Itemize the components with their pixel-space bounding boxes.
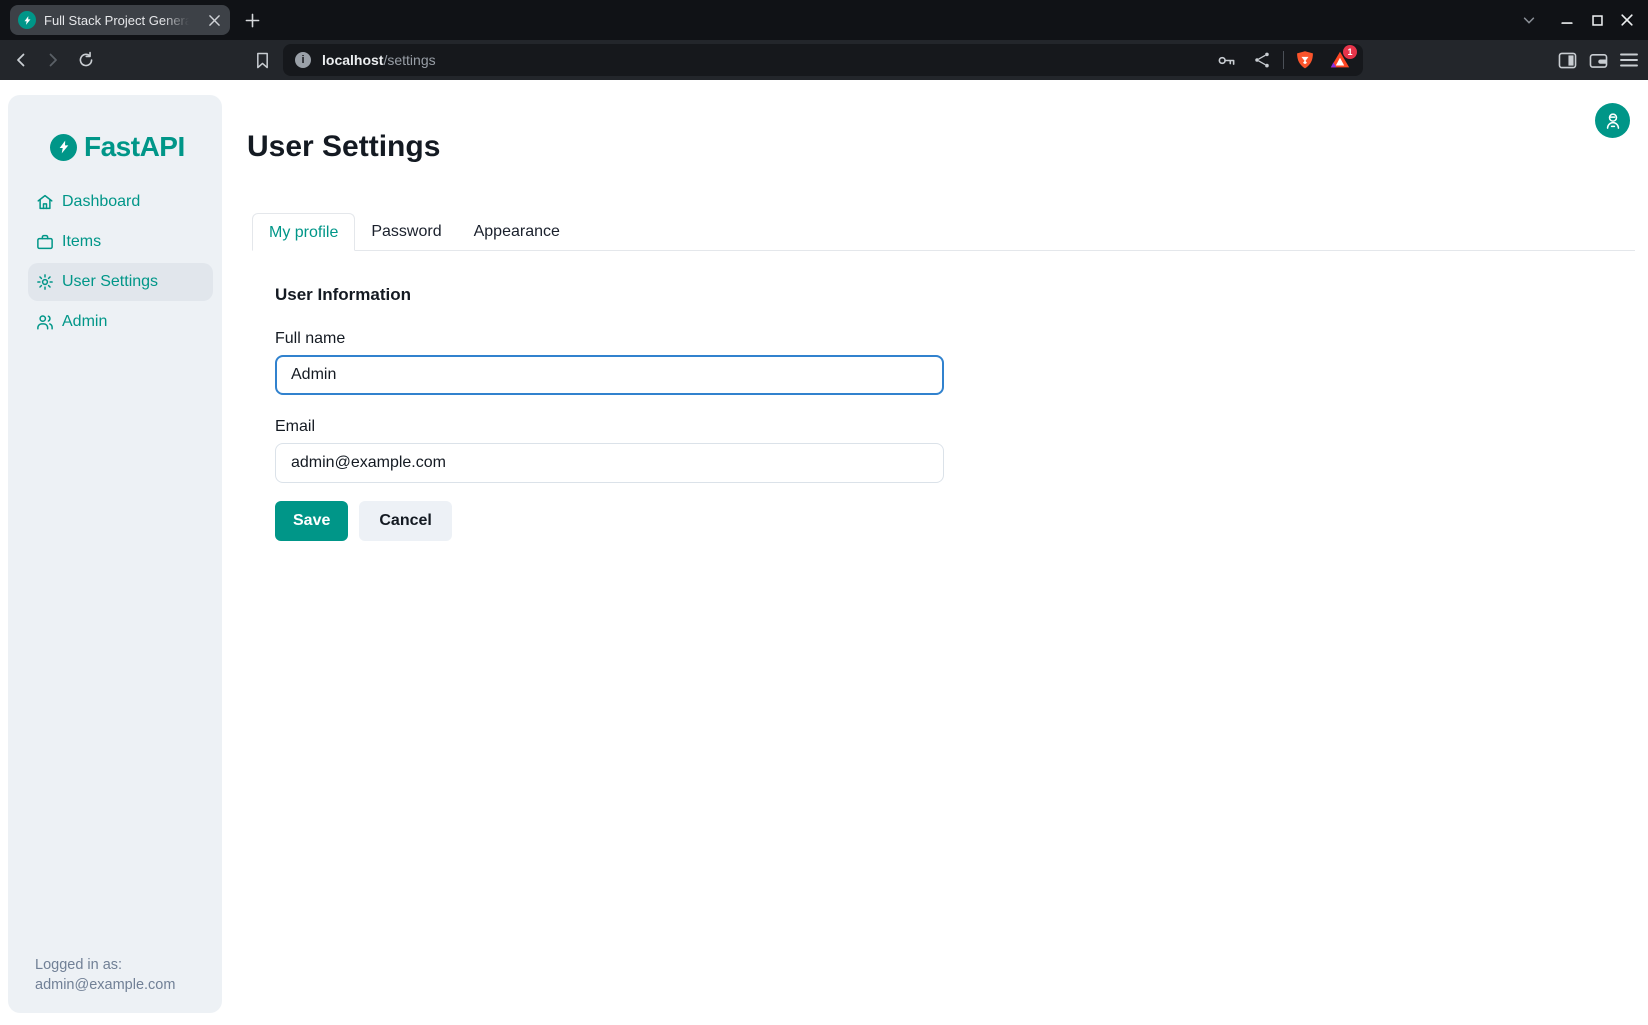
users-icon xyxy=(36,313,54,331)
minimize-icon[interactable] xyxy=(1552,0,1582,40)
hamburger-menu-icon[interactable] xyxy=(1617,48,1641,72)
tab-title: Full Stack Project Genera xyxy=(44,13,192,28)
settings-tabs: My profile Password Appearance xyxy=(252,213,1635,251)
logged-in-info: Logged in as: admin@example.com xyxy=(35,955,175,995)
email-field[interactable] xyxy=(275,443,944,483)
user-menu-button[interactable] xyxy=(1595,103,1630,138)
key-icon[interactable] xyxy=(1216,50,1236,70)
sidebar-nav: Dashboard Items xyxy=(28,183,213,343)
bookmark-icon[interactable] xyxy=(250,48,274,72)
brave-shield-icon[interactable] xyxy=(1295,50,1315,70)
window-titlebar: Full Stack Project Genera xyxy=(0,0,1648,40)
sidebar-item-label: Items xyxy=(62,233,101,251)
sidebar-item-admin[interactable]: Admin xyxy=(28,303,213,341)
gear-icon xyxy=(36,273,54,291)
form-actions: Save Cancel xyxy=(275,501,944,541)
sidebar-item-items[interactable]: Items xyxy=(28,223,213,261)
sidebar-item-user-settings[interactable]: User Settings xyxy=(28,263,213,301)
rewards-badge: 1 xyxy=(1343,45,1357,59)
sidebar-item-label: User Settings xyxy=(62,273,158,291)
user-information-form: User Information Full name Email Save Ca… xyxy=(275,285,944,541)
wallet-icon[interactable] xyxy=(1586,48,1610,72)
share-icon[interactable] xyxy=(1252,50,1272,70)
briefcase-icon xyxy=(36,233,54,251)
sidebar: FastAPI Dashboard xyxy=(8,95,222,1013)
save-button[interactable]: Save xyxy=(275,501,348,541)
window-controls xyxy=(1514,0,1642,40)
cancel-button[interactable]: Cancel xyxy=(359,501,451,541)
full-name-label: Full name xyxy=(275,329,944,349)
forward-icon[interactable] xyxy=(41,48,65,72)
close-icon[interactable] xyxy=(1612,0,1642,40)
logo-text: FastAPI xyxy=(84,131,185,163)
url-path: /settings xyxy=(383,52,435,68)
email-label: Email xyxy=(275,417,944,437)
maximize-icon[interactable] xyxy=(1582,0,1612,40)
toolbar-separator xyxy=(1283,51,1284,69)
new-tab-button[interactable] xyxy=(243,11,261,29)
home-icon xyxy=(36,193,54,211)
url-host: localhost xyxy=(322,52,383,68)
browser-toolbar: i localhost/settings xyxy=(0,40,1648,80)
back-icon[interactable] xyxy=(9,48,33,72)
user-avatar-icon xyxy=(1603,111,1623,131)
browser-tab[interactable]: Full Stack Project Genera xyxy=(10,5,230,35)
url-text: localhost/settings xyxy=(322,52,436,68)
fastapi-logo: FastAPI xyxy=(50,131,185,163)
full-name-field[interactable] xyxy=(275,355,944,395)
sidebar-item-dashboard[interactable]: Dashboard xyxy=(28,183,213,221)
section-title: User Information xyxy=(275,285,944,305)
tab-password[interactable]: Password xyxy=(355,213,457,250)
site-info-icon[interactable]: i xyxy=(295,52,311,68)
logged-in-label: Logged in as: xyxy=(35,955,175,975)
tab-my-profile[interactable]: My profile xyxy=(252,213,355,251)
sidebar-panel-icon[interactable] xyxy=(1555,48,1579,72)
urlbar-actions: 1 xyxy=(1216,49,1351,71)
reload-icon[interactable] xyxy=(74,48,98,72)
sidebar-item-label: Dashboard xyxy=(62,193,140,211)
app-page: FastAPI Dashboard xyxy=(0,80,1648,1025)
brave-rewards-icon[interactable]: 1 xyxy=(1329,49,1351,71)
logged-in-email: admin@example.com xyxy=(35,975,175,995)
tab-appearance[interactable]: Appearance xyxy=(458,213,576,250)
browser-window: Full Stack Project Genera xyxy=(0,0,1648,1025)
sidebar-item-label: Admin xyxy=(62,313,107,331)
tab-close-icon[interactable] xyxy=(206,12,222,28)
fastapi-favicon-icon xyxy=(18,11,36,29)
url-bar[interactable]: i localhost/settings xyxy=(283,44,1363,76)
page-title: User Settings xyxy=(247,130,440,164)
fastapi-bolt-icon xyxy=(50,134,77,161)
tab-search-chevron-icon[interactable] xyxy=(1514,0,1544,40)
